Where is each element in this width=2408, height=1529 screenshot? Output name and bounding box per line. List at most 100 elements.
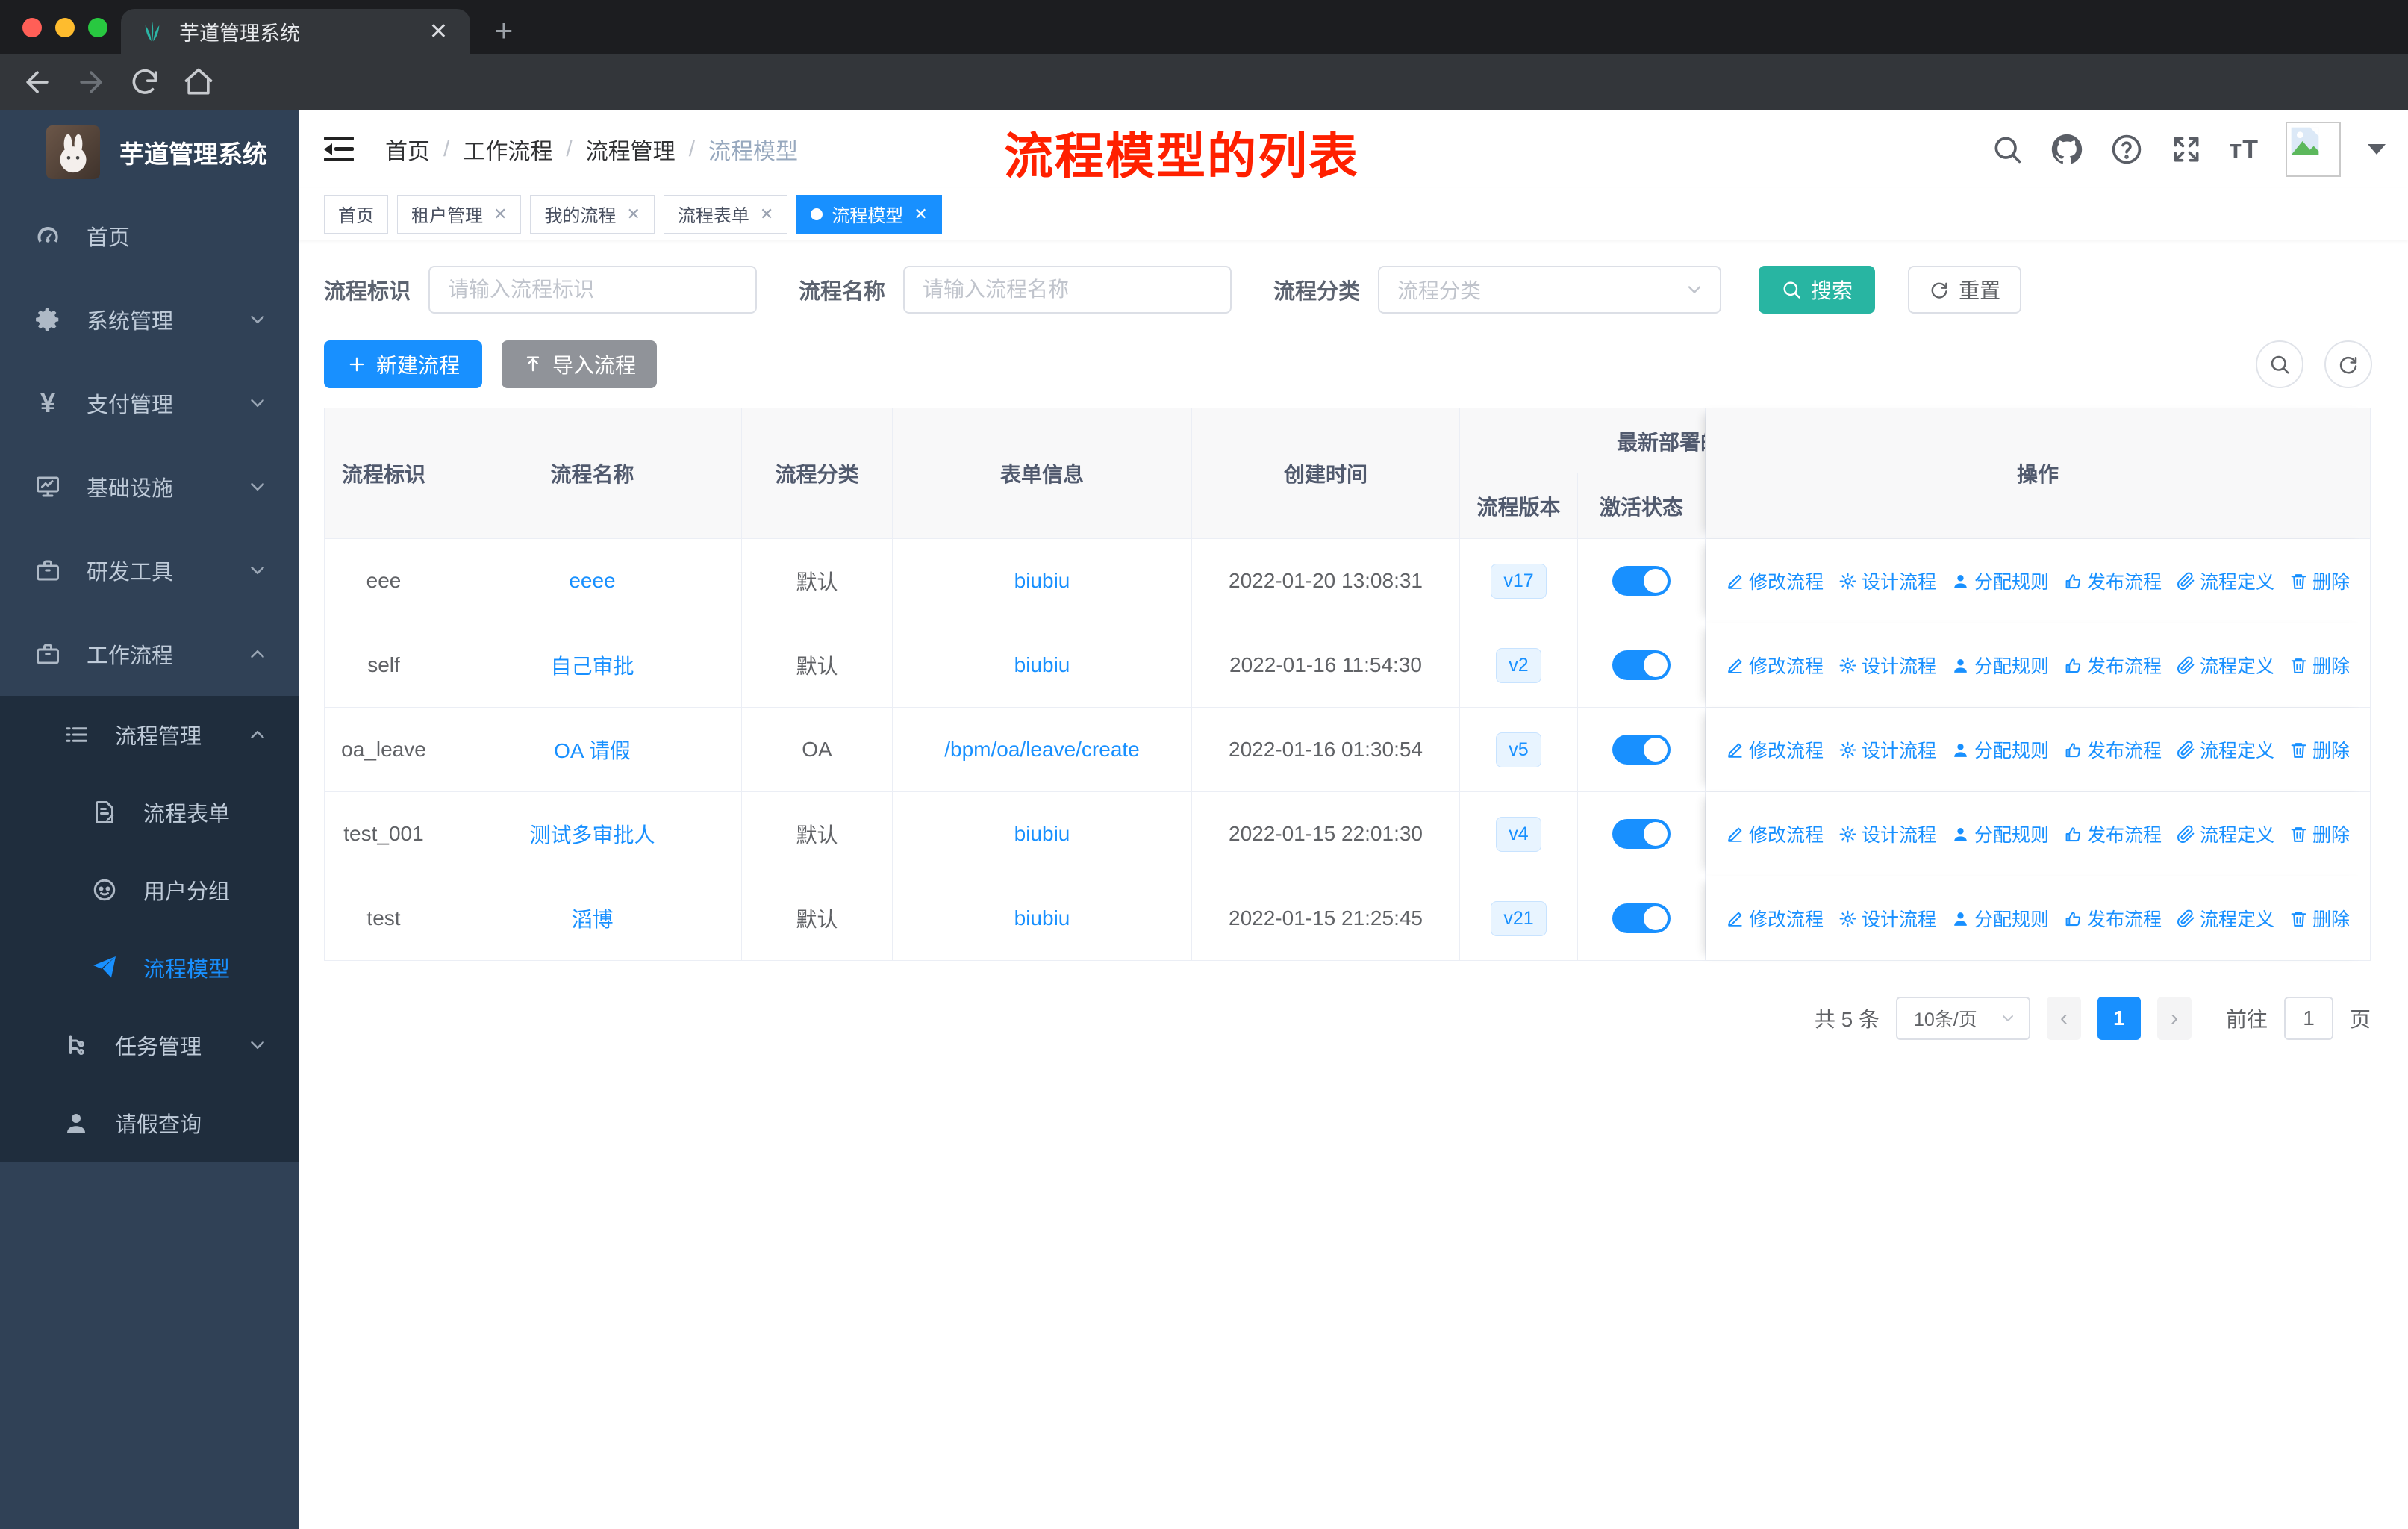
sidebar-item-payment[interactable]: ¥ 支付管理	[0, 361, 299, 445]
action-trash-link[interactable]: 删除	[2289, 820, 2350, 847]
process-name-link[interactable]: 滔博	[571, 903, 613, 933]
form-link[interactable]: biubiu	[1014, 569, 1070, 593]
next-page-button[interactable]: ›	[2156, 997, 2192, 1040]
sidebar-item-devtools[interactable]: 研发工具	[0, 529, 299, 612]
action-gear-o-link[interactable]: 设计流程	[1838, 905, 1936, 932]
action-pointer-link[interactable]: 发布流程	[2064, 820, 2162, 847]
close-icon[interactable]: ✕	[493, 205, 507, 224]
avatar-caret-icon[interactable]	[2368, 144, 2386, 155]
action-user-s-link[interactable]: 分配规则	[1951, 567, 2049, 594]
window-minimize-button[interactable]	[55, 18, 75, 37]
action-clip-link[interactable]: 流程定义	[2177, 736, 2274, 763]
action-edit-link[interactable]: 修改流程	[1726, 736, 1824, 763]
current-page-button[interactable]: 1	[2097, 997, 2141, 1040]
action-pointer-link[interactable]: 发布流程	[2064, 736, 2162, 763]
process-name-link[interactable]: 测试多审批人	[529, 819, 655, 849]
process-name-link[interactable]: OA 请假	[554, 735, 631, 764]
action-gear-o-link[interactable]: 设计流程	[1838, 736, 1936, 763]
tab-process-model[interactable]: 流程模型 ✕	[796, 194, 942, 234]
tab-close-icon[interactable]: ✕	[426, 19, 451, 45]
active-toggle[interactable]	[1612, 735, 1671, 764]
window-close-button[interactable]	[22, 18, 42, 37]
refresh-table-button[interactable]	[2324, 340, 2372, 388]
action-clip-link[interactable]: 流程定义	[2177, 820, 2274, 847]
action-edit-link[interactable]: 修改流程	[1726, 820, 1824, 847]
action-user-s-link[interactable]: 分配规则	[1951, 736, 2049, 763]
font-size-icon[interactable]: ᴛT	[2230, 135, 2259, 164]
action-gear-o-link[interactable]: 设计流程	[1838, 820, 1936, 847]
create-process-button[interactable]: 新建流程	[324, 340, 483, 388]
action-user-s-link[interactable]: 分配规则	[1951, 652, 2049, 679]
form-link[interactable]: biubiu	[1014, 906, 1070, 930]
sidebar-item-task-mgmt[interactable]: 任务管理	[0, 1006, 299, 1084]
action-clip-link[interactable]: 流程定义	[2177, 567, 2274, 594]
active-toggle[interactable]	[1612, 566, 1671, 596]
search-button[interactable]: 搜索	[1759, 266, 1876, 314]
version-badge[interactable]: v17	[1491, 563, 1547, 599]
import-process-button[interactable]: 导入流程	[502, 340, 658, 388]
action-edit-link[interactable]: 修改流程	[1726, 567, 1824, 594]
version-badge[interactable]: v4	[1496, 816, 1541, 852]
action-trash-link[interactable]: 删除	[2289, 736, 2350, 763]
app-logo-row[interactable]: 芋道管理系统	[0, 110, 299, 194]
tab-process-form[interactable]: 流程表单 ✕	[663, 194, 788, 234]
avatar[interactable]	[2286, 122, 2341, 177]
action-pointer-link[interactable]: 发布流程	[2064, 567, 2162, 594]
sidebar-item-workflow[interactable]: 工作流程	[0, 612, 299, 696]
version-badge[interactable]: v21	[1491, 900, 1547, 936]
sidebar-item-process-mgmt[interactable]: 流程管理	[0, 696, 299, 773]
process-name-link[interactable]: eeee	[569, 569, 615, 593]
active-toggle[interactable]	[1612, 819, 1671, 849]
process-key-input[interactable]	[428, 266, 758, 314]
sidebar-item-home[interactable]: 首页	[0, 194, 299, 278]
process-name-input[interactable]	[903, 266, 1232, 314]
action-edit-link[interactable]: 修改流程	[1726, 905, 1824, 932]
search-icon[interactable]	[1991, 133, 2024, 166]
breadcrumb-workflow[interactable]: 工作流程	[463, 133, 552, 166]
process-name-link[interactable]: 自己审批	[550, 650, 634, 680]
action-trash-link[interactable]: 删除	[2289, 905, 2350, 932]
tab-home[interactable]: 首页	[324, 194, 388, 234]
window-zoom-button[interactable]	[88, 18, 107, 37]
action-trash-link[interactable]: 删除	[2289, 567, 2350, 594]
sidebar-item-process-form[interactable]: 流程表单	[0, 773, 299, 851]
sidebar-item-user-group[interactable]: 用户分组	[0, 851, 299, 929]
form-link[interactable]: /bpm/oa/leave/create	[944, 738, 1140, 762]
fullscreen-icon[interactable]	[2170, 133, 2203, 166]
breadcrumb-home[interactable]: 首页	[385, 133, 430, 166]
action-trash-link[interactable]: 删除	[2289, 652, 2350, 679]
action-user-s-link[interactable]: 分配规则	[1951, 905, 2049, 932]
version-badge[interactable]: v5	[1496, 732, 1541, 767]
version-badge[interactable]: v2	[1496, 647, 1541, 683]
back-icon[interactable]	[21, 66, 54, 99]
active-toggle[interactable]	[1612, 903, 1671, 933]
browser-tab[interactable]: 芋道管理系统 ✕	[121, 9, 470, 54]
sidebar-item-process-model[interactable]: 流程模型	[0, 929, 299, 1006]
breadcrumb-process-mgmt[interactable]: 流程管理	[586, 133, 676, 166]
home-icon[interactable]	[182, 66, 215, 99]
close-icon[interactable]: ✕	[914, 205, 927, 224]
help-icon[interactable]	[2110, 133, 2143, 166]
action-clip-link[interactable]: 流程定义	[2177, 905, 2274, 932]
close-icon[interactable]: ✕	[626, 205, 640, 224]
close-icon[interactable]: ✕	[760, 205, 773, 224]
tab-my-process[interactable]: 我的流程 ✕	[530, 194, 655, 234]
sidebar-item-system[interactable]: 系统管理	[0, 278, 299, 361]
goto-page-input[interactable]	[2283, 997, 2333, 1040]
action-user-s-link[interactable]: 分配规则	[1951, 820, 2049, 847]
category-select[interactable]: 流程分类	[1378, 266, 1722, 314]
collapse-menu-icon[interactable]	[324, 137, 354, 162]
form-link[interactable]: biubiu	[1014, 653, 1070, 677]
prev-page-button[interactable]: ‹	[2046, 997, 2081, 1040]
action-clip-link[interactable]: 流程定义	[2177, 652, 2274, 679]
sidebar-item-leave-query[interactable]: 请假查询	[0, 1084, 299, 1162]
toggle-search-button[interactable]	[2256, 340, 2303, 388]
github-icon[interactable]	[2050, 133, 2083, 166]
action-pointer-link[interactable]: 发布流程	[2064, 905, 2162, 932]
action-pointer-link[interactable]: 发布流程	[2064, 652, 2162, 679]
action-gear-o-link[interactable]: 设计流程	[1838, 567, 1936, 594]
page-size-select[interactable]: 10条/页	[1895, 997, 2030, 1040]
reset-button[interactable]: 重置	[1908, 266, 2022, 314]
action-edit-link[interactable]: 修改流程	[1726, 652, 1824, 679]
active-toggle[interactable]	[1612, 650, 1671, 680]
